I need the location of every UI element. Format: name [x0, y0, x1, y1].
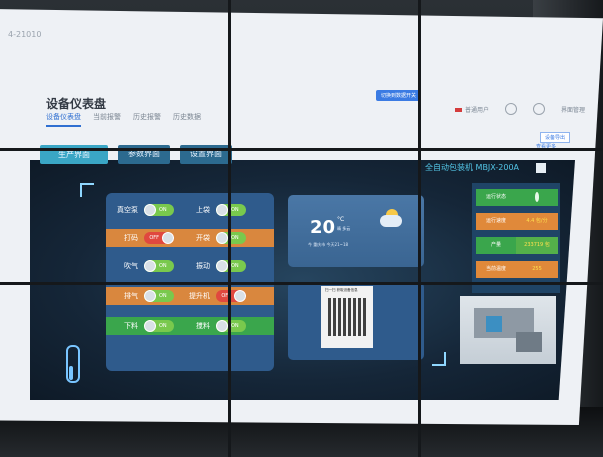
- interface-manage-link[interactable]: 界面管理: [561, 105, 585, 114]
- vacuum-pump-toggle[interactable]: ON: [144, 204, 174, 216]
- window-tag: 4-21010: [8, 30, 42, 39]
- stir-toggle[interactable]: ON: [216, 320, 246, 332]
- machine-model: 全自动包装机 MBJX-200A: [425, 162, 546, 173]
- page-tabs: 设备仪表盘 当前报警 历史报警 历史数据: [46, 112, 201, 127]
- weather-widget: 20 °C 晴 多云 今 重庆市 今天21~18: [288, 195, 424, 267]
- temperature: 20: [310, 217, 336, 238]
- frame-corner-bottom-right: [432, 352, 446, 366]
- weather-description: 晴 多云: [337, 226, 351, 231]
- elevator-toggle[interactable]: OFF: [216, 290, 246, 302]
- bell-icon[interactable]: [533, 103, 546, 115]
- switch-row: 打码 OFF 开袋 ON: [106, 229, 274, 247]
- bezel-vertical: [418, 0, 421, 457]
- toggle-knob: [216, 204, 228, 216]
- tab-history-data[interactable]: 历史数据: [173, 112, 201, 127]
- help-icon[interactable]: [505, 103, 518, 115]
- toggle-knob: [144, 290, 156, 302]
- status-label: 运行状态: [476, 189, 516, 206]
- status-row: 运行状态: [476, 189, 558, 206]
- page-title: 设备仪表盘: [46, 97, 107, 111]
- status-value: 233719 包: [516, 237, 558, 254]
- temperature-unit: °C: [337, 216, 345, 223]
- switch-chip[interactable]: 切换到数据开关: [376, 90, 422, 101]
- tab-dashboard[interactable]: 设备仪表盘: [46, 112, 81, 127]
- switch-label: 开袋: [196, 234, 210, 242]
- status-label: 运行速度: [476, 213, 516, 230]
- bezel-vertical: [228, 0, 231, 457]
- qr-code-icon: [328, 298, 366, 336]
- switch-label: 提升机: [189, 292, 210, 300]
- toggle-knob: [144, 204, 156, 216]
- bezel-horizontal: [0, 148, 603, 151]
- status-row: 当前温度 255: [476, 261, 558, 278]
- status-panel: 运行状态 运行速度 4.4 包/分 产量 233719 包 当前温度 255: [472, 183, 560, 293]
- switch-row: 真空泵 ON 上袋 ON: [106, 201, 262, 219]
- tab-history-alarm[interactable]: 历史报警: [133, 112, 161, 127]
- export-button[interactable]: 设备导出: [540, 132, 571, 143]
- toggle-knob: [216, 232, 228, 244]
- status-label: 当前温度: [476, 261, 516, 278]
- bag-open-toggle[interactable]: ON: [216, 232, 246, 244]
- status-row: 运行速度 4.4 包/分: [476, 213, 558, 230]
- switch-row: 下料 ON 搅料 ON: [106, 317, 274, 335]
- switch-label: 下料: [124, 322, 138, 330]
- status-row: 产量 233719 包: [476, 237, 558, 254]
- switch-label: 真空泵: [117, 206, 138, 214]
- machine-model-label: 全自动包装机 MBJX-200A: [425, 163, 520, 172]
- tab-current-alarm[interactable]: 当前报警: [93, 112, 121, 127]
- toggle-knob: [216, 320, 228, 332]
- run-status: [516, 189, 558, 206]
- status-value: 4.4 包/分: [516, 213, 558, 230]
- qr-card: 扫一扫 获取设备信息: [321, 286, 373, 348]
- discharge-toggle[interactable]: ON: [144, 320, 174, 332]
- printing-toggle[interactable]: OFF: [144, 232, 174, 244]
- machine-image: [460, 296, 556, 364]
- switch-row: 吹气 ON 振动 ON: [106, 257, 262, 275]
- exhaust-toggle[interactable]: ON: [144, 290, 174, 302]
- close-icon[interactable]: [535, 162, 546, 173]
- qr-title: 扫一扫 获取设备信息: [325, 288, 358, 292]
- status-label: 产量: [476, 237, 516, 254]
- bag-load-toggle[interactable]: ON: [216, 204, 246, 216]
- toggle-knob: [162, 232, 174, 244]
- weather-location: 今 重庆市 今天21~18: [308, 242, 349, 247]
- user-menu[interactable]: 普通用户: [455, 105, 489, 114]
- header-tools: 普通用户 界面管理: [455, 103, 585, 115]
- vibrate-toggle[interactable]: ON: [216, 260, 246, 272]
- toggle-knob: [234, 290, 246, 302]
- switch-label: 上袋: [196, 206, 210, 214]
- machine-part: [486, 316, 502, 332]
- switch-row: 排气 ON 提升机 OFF: [106, 287, 274, 305]
- machine-part: [516, 332, 542, 352]
- bezel-horizontal: [0, 282, 603, 285]
- switch-label: 搅料: [196, 322, 210, 330]
- switch-label: 吹气: [124, 262, 138, 270]
- thermometer-icon: [66, 345, 80, 383]
- cloud-icon: [380, 215, 402, 227]
- toggle-knob: [144, 260, 156, 272]
- switch-label: 振动: [196, 262, 210, 270]
- switch-label: 排气: [124, 292, 138, 300]
- blow-toggle[interactable]: ON: [144, 260, 174, 272]
- status-value: 255: [516, 261, 558, 278]
- frame-corner-top-left: [80, 183, 94, 197]
- toggle-knob: [216, 260, 228, 272]
- status-indicator-icon: [535, 192, 539, 202]
- toggle-knob: [144, 320, 156, 332]
- switch-label: 打码: [124, 234, 138, 242]
- flag-icon: [455, 107, 462, 112]
- display-wall: 4-21010 设备仪表盘 设备仪表盘 当前报警 历史报警 历史数据 切换到数据…: [0, 9, 603, 426]
